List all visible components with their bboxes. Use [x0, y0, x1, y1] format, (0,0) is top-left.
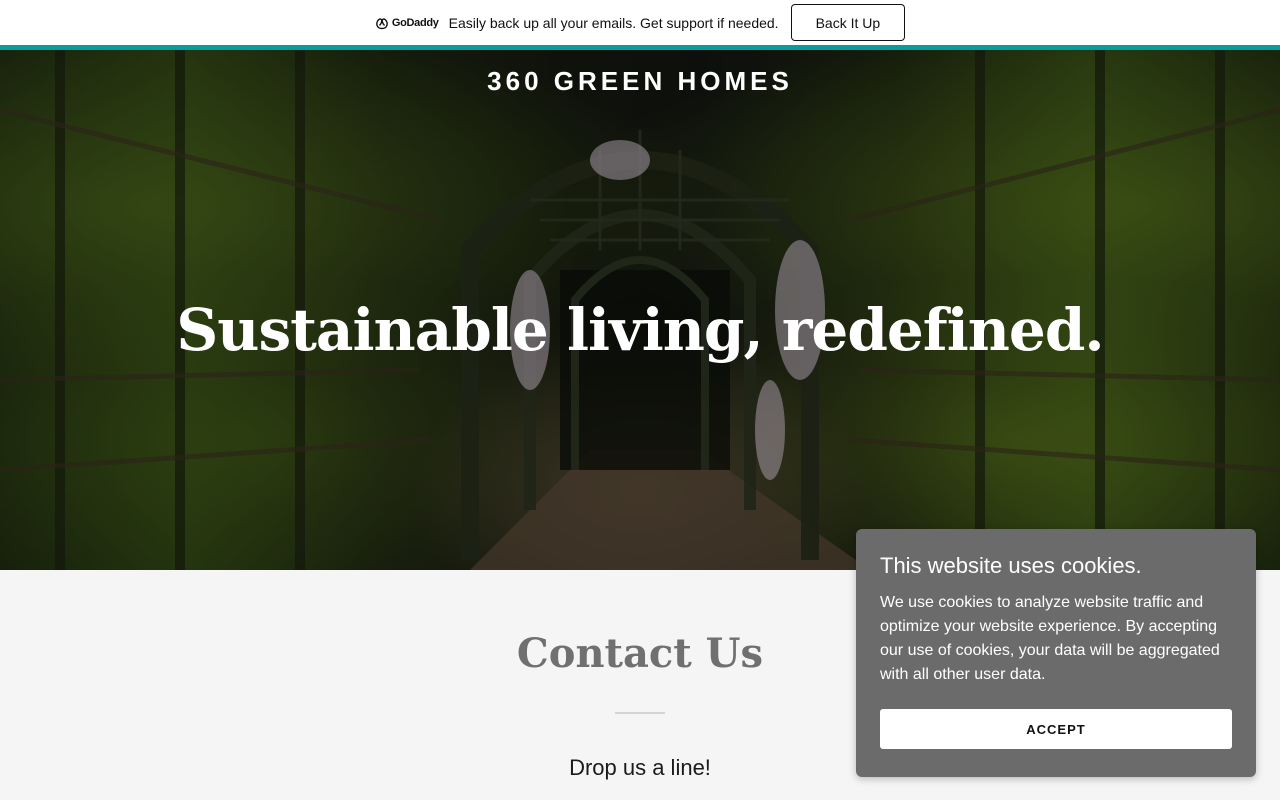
section-divider — [615, 712, 665, 714]
back-it-up-button[interactable]: Back It Up — [790, 4, 906, 41]
site-title[interactable]: 360 GREEN HOMES — [0, 66, 1280, 97]
godaddy-icon — [375, 17, 388, 29]
accept-cookies-button[interactable]: ACCEPT — [880, 709, 1232, 749]
cookie-consent-dialog: This website uses cookies. We use cookie… — [856, 529, 1256, 777]
promo-message: Easily back up all your emails. Get supp… — [448, 14, 779, 31]
promo-banner: GoDaddy Easily back up all your emails. … — [0, 0, 1280, 45]
hero-section: 360 GREEN HOMES Sustainable living, rede… — [0, 50, 1280, 570]
promo-banner-content: GoDaddy Easily back up all your emails. … — [375, 4, 906, 41]
cookie-title: This website uses cookies. — [880, 553, 1142, 578]
hero-headline: Sustainable living, redefined. — [176, 296, 1104, 364]
godaddy-logo-text: GoDaddy — [391, 16, 439, 29]
cookie-message: We use cookies to analyze website traffi… — [880, 594, 1220, 683]
godaddy-logo[interactable]: GoDaddy — [375, 16, 439, 30]
